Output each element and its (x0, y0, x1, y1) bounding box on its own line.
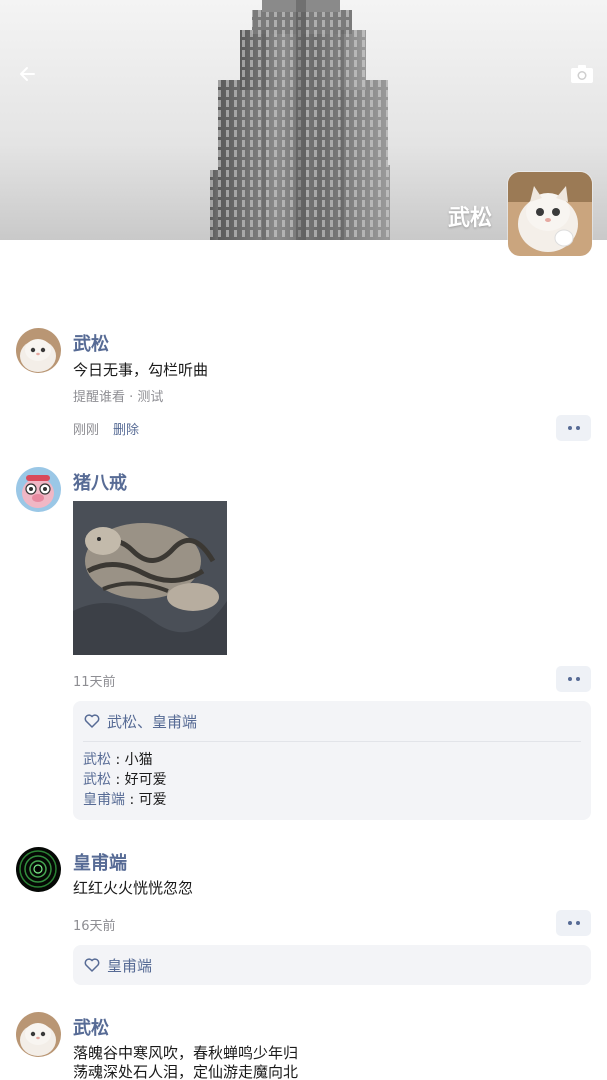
heart-icon (84, 958, 100, 972)
comment-separator: : (125, 792, 139, 808)
kitten-photo-image (73, 501, 227, 655)
dot-icon (567, 921, 572, 925)
likes-names[interactable]: 武松、皇甫端 (107, 711, 197, 732)
comment-item[interactable]: 武松 : 好可爱 (83, 770, 581, 790)
dot-icon (567, 677, 572, 681)
post-text-line: 落魄谷中寒风吹，春秋蝉鸣少年归 (73, 1044, 299, 1062)
cat-avatar-image (16, 328, 61, 373)
interaction-panel: 皇甫端 (73, 945, 591, 985)
post-time: 刚刚 (73, 423, 100, 438)
comment-separator: : (111, 772, 125, 788)
comment-item[interactable]: 武松 : 小猫 (83, 750, 581, 770)
comment-text: 可爱 (138, 792, 167, 808)
post-time: 16天前 (73, 919, 116, 934)
post-time: 11天前 (73, 675, 116, 690)
dot-icon (567, 426, 572, 430)
post-author[interactable]: 武松 (73, 1014, 109, 1040)
avatar[interactable] (16, 1012, 61, 1057)
dot-icon (575, 921, 580, 925)
more-actions-button[interactable] (556, 415, 591, 441)
arrow-left-icon (20, 67, 35, 81)
visibility-label[interactable]: 提醒谁看 · 测试 (73, 386, 163, 405)
comments-list: 武松 : 小猫 武松 : 好可爱 皇甫端 : 可爱 (73, 742, 591, 820)
likes-row: 武松、皇甫端 (73, 701, 591, 741)
dot-icon (575, 677, 580, 681)
post-text: 红红火火恍恍忽忽 (73, 879, 194, 897)
comment-separator: : (111, 752, 125, 768)
profile-avatar[interactable] (508, 172, 592, 256)
likes-names[interactable]: 皇甫端 (107, 955, 152, 976)
comment-text: 小猫 (124, 752, 153, 768)
comment-author[interactable]: 皇甫端 (83, 792, 125, 808)
avatar[interactable] (16, 328, 61, 373)
camera-icon (571, 65, 593, 83)
more-actions-button[interactable] (556, 666, 591, 692)
more-actions-button[interactable] (556, 910, 591, 936)
back-button[interactable] (14, 60, 42, 88)
camera-button[interactable] (567, 60, 597, 88)
post-photo[interactable] (73, 501, 227, 655)
heart-icon (84, 714, 100, 728)
likes-row: 皇甫端 (73, 945, 591, 985)
comment-author[interactable]: 武松 (83, 752, 111, 768)
cat-avatar-image (16, 1012, 61, 1057)
post-text-line: 荡魂深处石人泪，定仙游走魔向北 (73, 1063, 299, 1080)
delete-link[interactable]: 删除 (113, 419, 139, 438)
profile-name: 武松 (447, 206, 492, 231)
pig-avatar-image (16, 467, 61, 512)
avatar[interactable] (16, 467, 61, 512)
post-text: 今日无事，勾栏听曲 (73, 361, 209, 379)
comment-item[interactable]: 皇甫端 : 可爱 (83, 790, 581, 810)
comment-author[interactable]: 武松 (83, 772, 111, 788)
comment-text: 好可爱 (124, 772, 167, 788)
post-author[interactable]: 皇甫端 (73, 849, 127, 875)
avatar[interactable] (16, 847, 61, 892)
post-author[interactable]: 武松 (73, 330, 109, 356)
dot-icon (575, 426, 580, 430)
post-author[interactable]: 猪八戒 (73, 469, 127, 495)
cat-avatar-image (508, 172, 592, 256)
spiral-avatar-image (16, 847, 61, 892)
interaction-panel: 武松、皇甫端 武松 : 小猫 武松 : 好可爱 皇甫端 : 可爱 (73, 701, 591, 820)
